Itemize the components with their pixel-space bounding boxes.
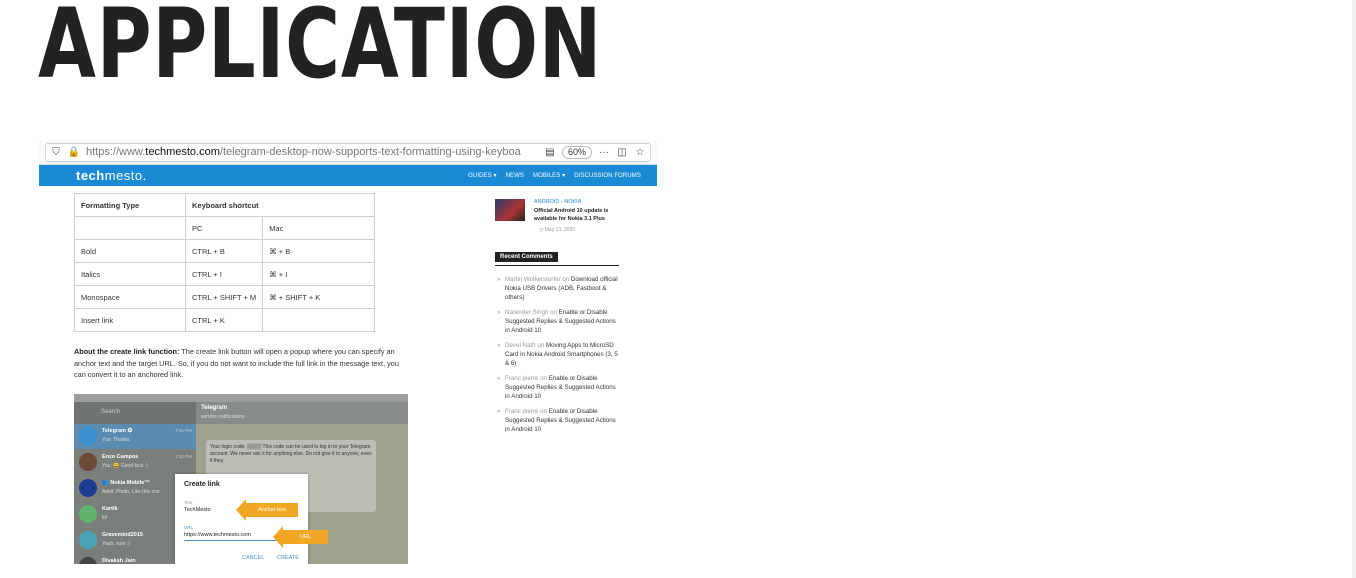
table-cell xyxy=(262,308,376,332)
reader-view-icon[interactable]: ▤ xyxy=(544,146,556,158)
chat-snippet: lol xyxy=(102,515,108,521)
divider xyxy=(495,265,619,266)
nav-guides[interactable]: GUIDES ▾ xyxy=(468,172,496,179)
chat-name: Telegram ✪ xyxy=(102,428,133,434)
chat-header: Telegram service notifications xyxy=(196,402,408,424)
table-cell: Monospace xyxy=(74,285,186,309)
chat-snippet: Ankit: Photo, Like this one xyxy=(102,489,160,495)
url-underline xyxy=(184,540,284,541)
chat-snippet: Yeah, sure :) xyxy=(102,541,131,547)
chat-title: Telegram xyxy=(201,405,228,411)
recent-comments-list: Martin Wolkerstorfer on Download officia… xyxy=(497,275,622,440)
nav-news[interactable]: NEWS xyxy=(506,173,524,179)
window-titlebar xyxy=(74,394,408,402)
url-callout: URL xyxy=(273,526,328,548)
avatar xyxy=(79,427,97,445)
comment-author[interactable]: Franc pierre xyxy=(505,375,538,382)
chat-subtitle: service notifications xyxy=(201,414,245,420)
table-cell: CTRL + I xyxy=(184,262,264,286)
table-cell: Bold xyxy=(74,239,186,263)
url-text[interactable]: https://www.techmesto.com/telegram-deskt… xyxy=(86,146,538,158)
browser-toolbar: ⛉ 🔒 https://www.techmesto.com/telegram-d… xyxy=(39,140,657,165)
chat-name: 👥 Nokia Mobile™ xyxy=(102,480,150,486)
address-bar[interactable]: ⛉ 🔒 https://www.techmesto.com/telegram-d… xyxy=(45,142,651,162)
table-cell: PC xyxy=(184,216,264,240)
comment-author[interactable]: Martin Wolkerstorfer xyxy=(505,276,561,283)
post-category[interactable]: ANDROID › NOKIA xyxy=(534,199,581,205)
table-cell: Mac xyxy=(262,216,376,240)
nav-mobiles[interactable]: MOBILES ▾ xyxy=(533,172,565,179)
table-header: Keyboard shortcut xyxy=(184,193,376,217)
chat-time: 7:41 PM xyxy=(175,428,192,433)
create-button: CREATE xyxy=(277,555,299,561)
table-row: Insert link CTRL + K xyxy=(74,308,376,332)
bookmark-star-icon[interactable]: ☆ xyxy=(634,146,646,158)
avatar xyxy=(79,557,97,564)
table-cell: Insert link xyxy=(74,308,186,332)
post-date: ◷ May 13, 2020 xyxy=(539,227,576,233)
chat-snippet: You: Thanks xyxy=(102,437,130,443)
table-cell xyxy=(74,216,186,240)
table-row: PC Mac xyxy=(74,216,376,240)
site-logo[interactable]: techmesto. xyxy=(76,168,147,183)
anchor-text-callout: Anchor text xyxy=(236,499,298,521)
comment-author[interactable]: Narender Singh xyxy=(505,309,548,316)
zoom-badge[interactable]: 60% xyxy=(561,145,592,159)
recent-comments-title: Recent Comments xyxy=(495,252,558,262)
table-cell: Italics xyxy=(74,262,186,286)
table-row: Monospace CTRL + SHIFT + M ⌘ + SHIFT + K xyxy=(74,285,376,309)
article-paragraph: About the create link function: The crea… xyxy=(74,347,399,379)
chat-name: Divaksh Jain xyxy=(102,558,136,564)
comment-author[interactable]: Devol Nath xyxy=(505,342,536,349)
url-label: URL xyxy=(184,525,194,530)
table-row: Italics CTRL + I ⌘ + I xyxy=(74,262,376,286)
dialog-title: Create link xyxy=(184,481,220,488)
chat-list-item: Telegram ✪ You: Thanks 7:41 PM xyxy=(74,424,196,449)
list-item: Martin Wolkerstorfer on Download officia… xyxy=(497,275,622,302)
table-header-row: Formatting Type Keyboard shortcut xyxy=(74,193,376,217)
list-item: Narender Singh on Enable or Disable Sugg… xyxy=(497,308,622,335)
shortcut-table: Formatting Type Keyboard shortcut PC Mac… xyxy=(74,193,376,332)
search-placeholder: Search xyxy=(101,409,121,415)
page-heading: APPLICATION xyxy=(38,0,603,100)
table-row: Bold CTRL + B ⌘ + B xyxy=(74,239,376,263)
chat-name: Enzo Campos xyxy=(102,454,139,460)
chat-name: Gravemind2015 xyxy=(102,532,143,538)
url-field: https://www.techmesto.com xyxy=(184,532,251,538)
more-icon[interactable]: ··· xyxy=(598,146,610,158)
avatar xyxy=(79,453,97,471)
chat-time: 7:21 PM xyxy=(175,454,192,459)
list-item: Franc pierre on Enable or Disable Sugges… xyxy=(497,374,622,401)
table-cell: ⌘ + SHIFT + K xyxy=(262,285,376,309)
chat-list-item: Enzo Campos You: 😀 Good luck :) 7:21 PM xyxy=(74,450,196,475)
post-thumbnail[interactable] xyxy=(495,199,525,221)
chat-snippet: You: 😀 Good luck :) xyxy=(102,463,148,469)
table-cell: ⌘ + I xyxy=(262,262,376,286)
site-navbar: techmesto. GUIDES ▾ NEWS MOBILES ▾ DISCU… xyxy=(39,165,657,186)
lock-icon[interactable]: 🔒 xyxy=(68,146,80,158)
table-cell: CTRL + B xyxy=(184,239,264,263)
search-bar: Search xyxy=(74,402,196,424)
table-cell: CTRL + K xyxy=(184,308,264,332)
chat-name: Kartik xyxy=(102,506,118,512)
table-header: Formatting Type xyxy=(74,193,186,217)
avatar xyxy=(79,505,97,523)
article-screenshot: ⛉ 🔒 https://www.techmesto.com/telegram-d… xyxy=(39,140,657,564)
comment-author[interactable]: Franc pierre xyxy=(505,408,538,415)
pocket-icon[interactable]: ◫ xyxy=(616,146,628,158)
avatar xyxy=(79,531,97,549)
list-item: Franc pierre on Enable or Disable Sugges… xyxy=(497,407,622,434)
cancel-button: CANCEL xyxy=(242,555,265,561)
text-label: Text xyxy=(184,500,193,505)
post-title[interactable]: Official Android 10 update is available … xyxy=(534,207,614,223)
list-item: Devol Nath on Moving Apps to MicroSD Car… xyxy=(497,341,622,368)
table-cell: ⌘ + B xyxy=(262,239,376,263)
nav-discussion-forums[interactable]: DISCUSSION FORUMS xyxy=(574,173,641,179)
scrollbar[interactable] xyxy=(1352,0,1356,578)
text-field: TechMesto xyxy=(184,507,211,513)
table-cell: CTRL + SHIFT + M xyxy=(184,285,264,309)
shield-icon[interactable]: ⛉ xyxy=(50,146,62,158)
avatar xyxy=(79,479,97,497)
